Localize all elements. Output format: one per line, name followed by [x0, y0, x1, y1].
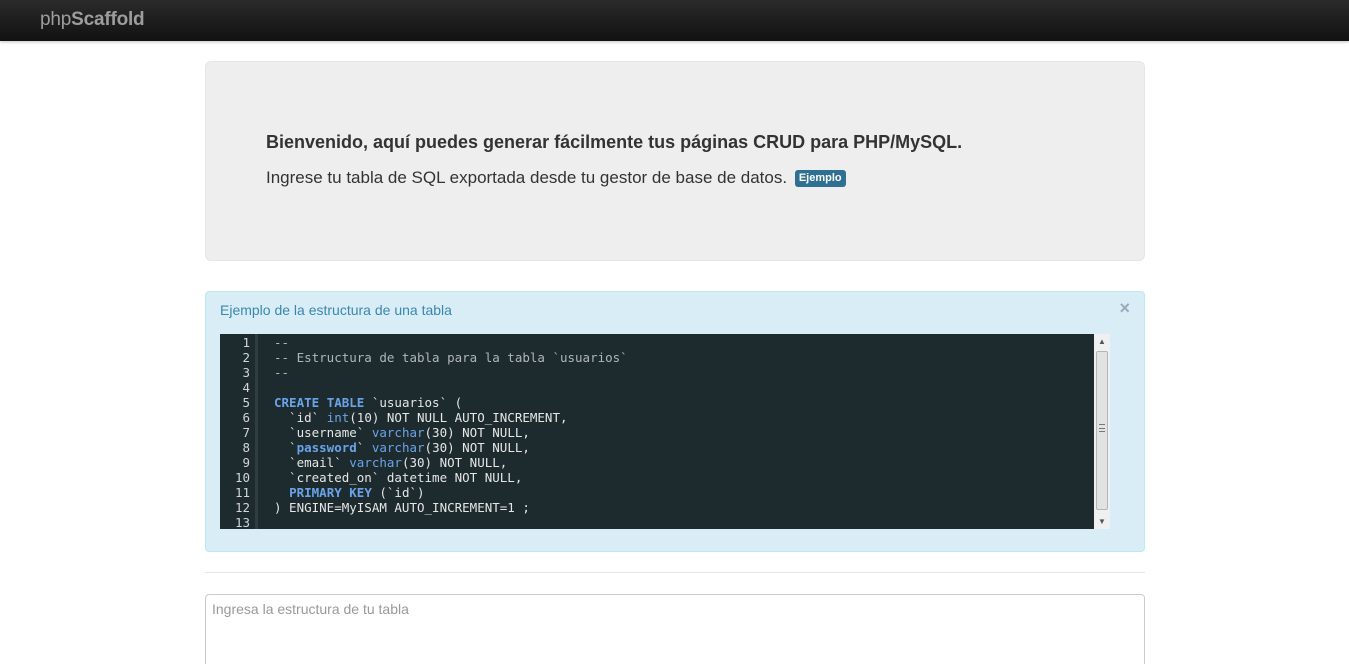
- table-structure-input[interactable]: [205, 594, 1145, 664]
- code-text: ) ENGINE=MyISAM AUTO_INCREMENT=1 ;: [274, 500, 530, 515]
- code-line: 2 -- Estructura de tabla para la tabla `u…: [220, 350, 1108, 365]
- scrollbar-thumb[interactable]: [1096, 351, 1108, 510]
- code-line: 10 `created_on` datetime NOT NULL,: [220, 470, 1108, 485]
- navbar: phpScaffold: [0, 0, 1349, 41]
- code-text: --: [274, 335, 290, 350]
- code-line: 1 --: [220, 335, 1108, 350]
- close-icon[interactable]: ×: [1119, 298, 1130, 319]
- line-number: 12: [234, 500, 250, 515]
- code-text: `id` int(10) NOT NULL AUTO_INCREMENT,: [274, 410, 568, 425]
- line-number: 3: [242, 365, 250, 380]
- code-editor[interactable]: 1 -- 2 -- Estructura de tabla para la tabla…: [220, 334, 1108, 529]
- divider: [205, 572, 1145, 573]
- code-text: `username` varchar(30) NOT NULL,: [274, 425, 530, 440]
- code-line: 4: [220, 380, 1108, 395]
- line-number: 2: [242, 350, 250, 365]
- line-number: 13: [234, 515, 250, 529]
- brand-bold: Scaffold: [71, 9, 145, 30]
- code-line: 5 CREATE TABLE `usuarios` (: [220, 395, 1108, 410]
- line-number: 9: [242, 455, 250, 470]
- scroll-down-arrow-icon[interactable]: ▼: [1094, 514, 1110, 529]
- hero-unit: Bienvenido, aquí puedes generar fácilmen…: [205, 61, 1145, 261]
- brand-logo[interactable]: phpScaffold: [40, 9, 145, 31]
- hero-title: Bienvenido, aquí puedes generar fácilmen…: [266, 132, 963, 152]
- code-text: -- Estructura de tabla para la tabla `us…: [274, 350, 628, 365]
- line-number: 5: [242, 395, 250, 410]
- brand-light: php: [40, 9, 72, 30]
- hero-subtitle-text: Ingrese tu tabla de SQL exportada desde …: [266, 168, 788, 187]
- code-line: 12 ) ENGINE=MyISAM AUTO_INCREMENT=1 ;: [220, 500, 1108, 515]
- line-number: 6: [242, 410, 250, 425]
- code-line: 8 `password` varchar(30) NOT NULL,: [220, 440, 1108, 455]
- code-lines: 1 -- 2 -- Estructura de tabla para la tabla…: [220, 335, 1108, 529]
- code-text: `created_on` datetime NOT NULL,: [274, 470, 523, 485]
- code-text: --: [274, 365, 290, 380]
- example-alert-title: Ejemplo de la estructura de una tabla: [220, 302, 452, 318]
- line-number: 10: [234, 470, 250, 485]
- line-number: 11: [234, 485, 250, 500]
- example-alert: Ejemplo de la estructura de una tabla × …: [205, 291, 1145, 552]
- editor-scrollbar[interactable]: ▲ ▼: [1094, 334, 1110, 529]
- line-number: 8: [242, 440, 250, 455]
- code-line: 6 `id` int(10) NOT NULL AUTO_INCREMENT,: [220, 410, 1108, 425]
- code-line: 3 --: [220, 365, 1108, 380]
- line-number: 4: [242, 380, 250, 395]
- code-line: 9 `email` varchar(30) NOT NULL,: [220, 455, 1108, 470]
- code-text: `password` varchar(30) NOT NULL,: [274, 440, 530, 455]
- code-line: 7 `username` varchar(30) NOT NULL,: [220, 425, 1108, 440]
- code-text: `email` varchar(30) NOT NULL,: [274, 455, 508, 470]
- code-text: CREATE TABLE `usuarios` (: [274, 395, 463, 410]
- code-text: PRIMARY KEY (`id`): [289, 485, 425, 500]
- code-line: 13: [220, 515, 1108, 529]
- line-number: 7: [242, 425, 250, 440]
- hero-subtitle: Ingrese tu tabla de SQL exportada desde …: [266, 168, 846, 188]
- line-number: 1: [242, 335, 250, 350]
- grip-icon: [1099, 424, 1105, 432]
- example-badge[interactable]: Ejemplo: [794, 170, 846, 187]
- code-line: 11 PRIMARY KEY (`id`): [220, 485, 1108, 500]
- scroll-up-arrow-icon[interactable]: ▲: [1094, 334, 1110, 349]
